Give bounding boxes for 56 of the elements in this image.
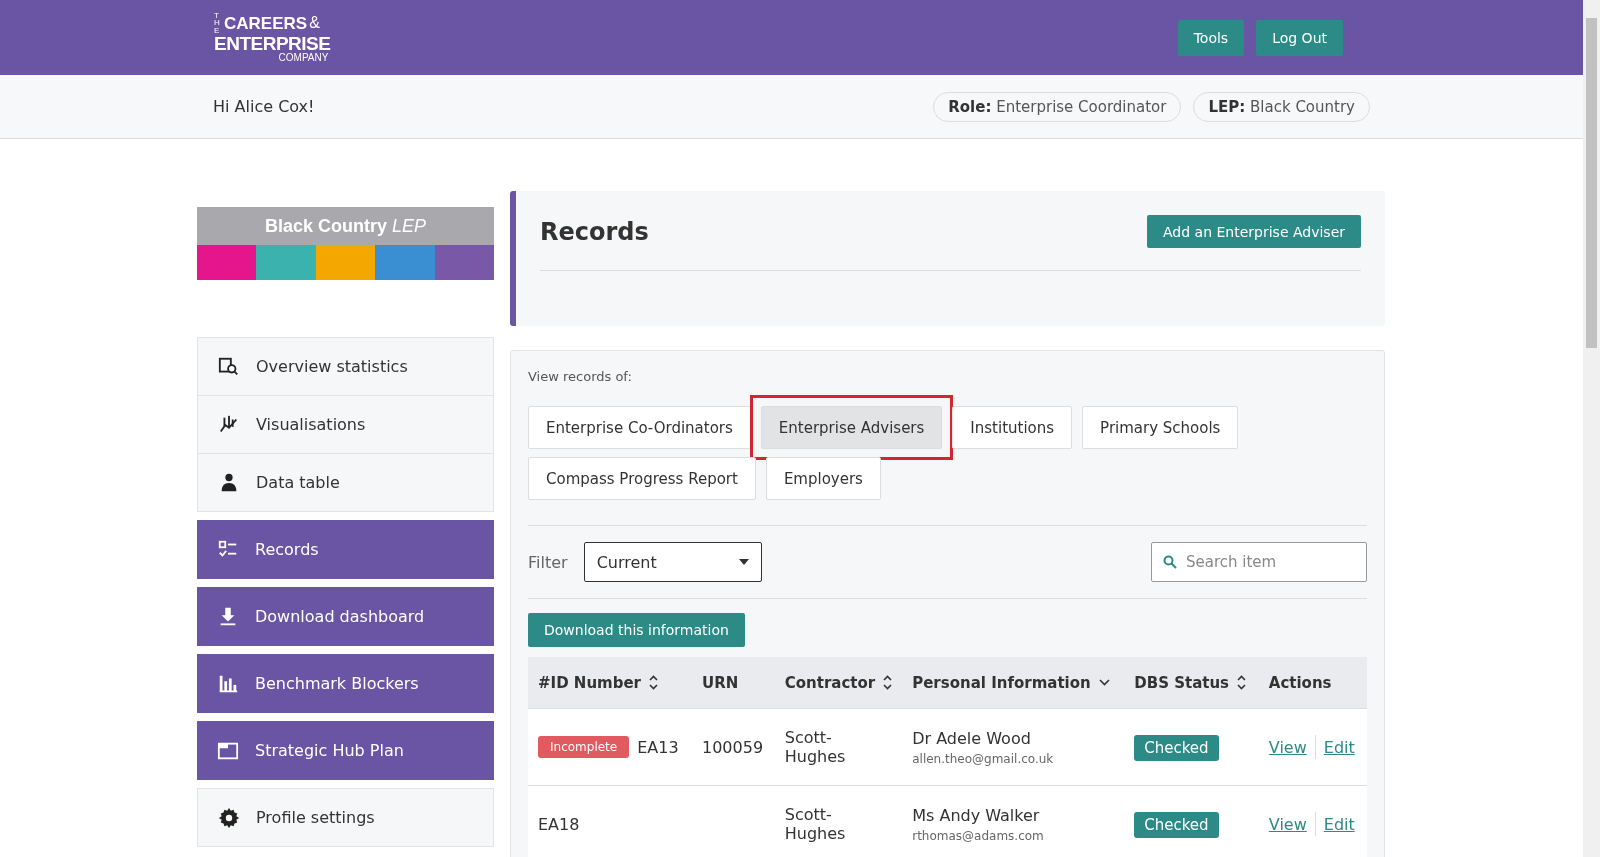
table-cell: 100059 (692, 708, 775, 786)
greeting-text: Hi Alice Cox! (213, 97, 315, 116)
sidebar-item[interactable]: Visualisations (197, 395, 494, 454)
sidebar-item[interactable]: Data table (197, 453, 494, 512)
header-button[interactable]: Tools (1177, 19, 1245, 56)
sidebar-item[interactable]: Records (197, 520, 494, 579)
record-tab[interactable]: Enterprise Co-Ordinators (528, 406, 751, 449)
column-label: Contractor (784, 673, 876, 692)
sidebar-item[interactable]: Overview statistics (197, 337, 494, 396)
status-badge: Incomplete (538, 736, 630, 758)
action-link[interactable]: View (1268, 814, 1307, 834)
person-email: rthomas@adams.com (912, 828, 1045, 843)
record-tab[interactable]: Employers (765, 457, 881, 500)
settings-icon (218, 806, 240, 829)
action-link[interactable]: View (1268, 737, 1307, 757)
chevron-down-icon[interactable] (1098, 679, 1110, 686)
record-tab[interactable]: Compass Progress Report (528, 457, 756, 500)
page-title: Records (540, 217, 649, 246)
id-number: EA18 (538, 814, 580, 834)
header-button[interactable]: Log Out (1256, 19, 1343, 56)
column-label: URN (702, 673, 739, 692)
search-document-icon (218, 355, 240, 378)
sidebar-item[interactable]: Strategic Hub Plan (197, 721, 494, 780)
column-label: DBS Status (1134, 673, 1230, 692)
sidebar-item[interactable]: Download dashboard (197, 587, 494, 646)
record-tab[interactable]: Institutions (952, 406, 1073, 449)
sort-icon[interactable] (883, 675, 893, 690)
sidebar-item[interactable]: Benchmark Blockers (197, 654, 494, 713)
action-link[interactable]: Edit (1323, 814, 1355, 834)
caret-icon (738, 559, 749, 565)
column-label: #ID Number (538, 673, 641, 692)
filter-dropdown[interactable]: Current (583, 542, 762, 582)
sidebar-item[interactable]: Profile settings (197, 788, 494, 847)
action-link[interactable]: Edit (1323, 737, 1355, 757)
add-adviser-button[interactable]: Add an Enterprise Adviser (1147, 215, 1361, 248)
record-tab[interactable]: Primary Schools (1082, 406, 1239, 449)
sort-icon[interactable] (1237, 675, 1247, 690)
search-icon (1163, 555, 1177, 569)
person-email: allen.theo@gmail.co.uk (912, 751, 1055, 766)
lep-banner-title: Black Country LEP (197, 207, 494, 245)
download-button[interactable]: Download this information (528, 613, 745, 647)
view-records-label: View records of: (528, 369, 633, 384)
filter-label: Filter (528, 552, 568, 572)
search-field[interactable]: Search item (1151, 542, 1367, 582)
dbs-status-badge: Checked (1134, 734, 1219, 761)
person-name: Dr Adele Wood (912, 728, 1032, 748)
table-cell: Scott-Hughes (774, 785, 903, 857)
scrollbar[interactable] (1583, 0, 1600, 857)
person-name: Ms Andy Walker (912, 805, 1041, 825)
dbs-status-badge: Checked (1134, 811, 1219, 838)
id-number: EA13 (637, 737, 679, 757)
record-tab[interactable]: Enterprise Advisers (760, 406, 943, 449)
table-cell: Scott-Hughes (774, 708, 903, 786)
column-label: Actions (1268, 673, 1332, 692)
sort-icon[interactable] (649, 675, 658, 690)
column-label: Personal Information (912, 673, 1091, 692)
